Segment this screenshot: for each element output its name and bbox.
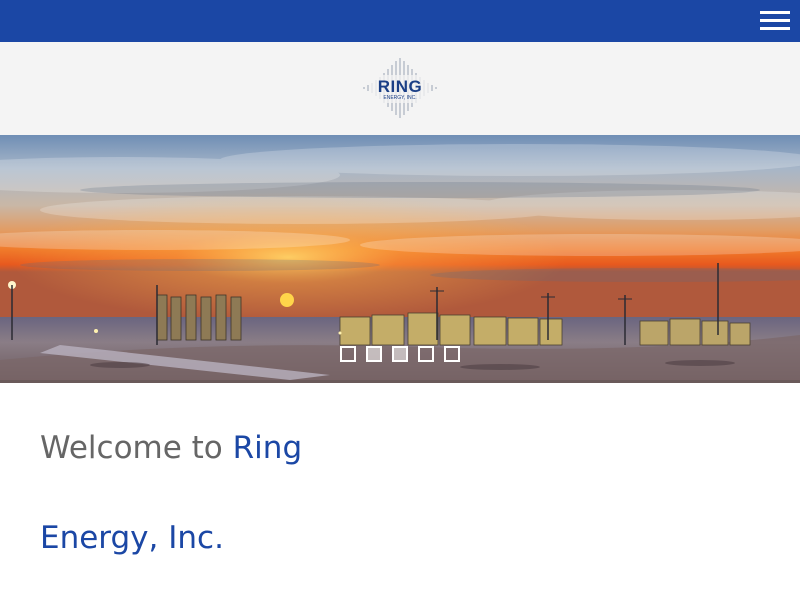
top-nav-bar — [0, 0, 800, 42]
slider-dot-2[interactable] — [366, 346, 382, 362]
logo-band: RING ENERGY, INC. — [0, 42, 800, 135]
welcome-prefix: Welcome to — [40, 430, 233, 466]
welcome-brand: Ring — [232, 430, 303, 466]
logo-title: RING — [377, 77, 423, 96]
slider-dot-4[interactable] — [418, 346, 434, 362]
slider-dot-3[interactable] — [392, 346, 408, 362]
welcome-heading: Welcome to Ring — [40, 428, 302, 468]
slider-dot-5[interactable] — [444, 346, 460, 362]
ring-energy-logo[interactable]: RING ENERGY, INC. — [360, 56, 440, 120]
menu-line — [760, 27, 790, 30]
oilfield-sunset-image — [0, 135, 800, 380]
logo-subtitle: ENERGY, INC. — [383, 95, 417, 101]
hero-slider — [0, 135, 800, 383]
slider-dot-1[interactable] — [340, 346, 356, 362]
company-name-heading: Energy, Inc. — [40, 520, 224, 556]
hamburger-menu-icon[interactable] — [760, 10, 790, 32]
menu-line — [760, 11, 790, 14]
menu-line — [760, 19, 790, 22]
